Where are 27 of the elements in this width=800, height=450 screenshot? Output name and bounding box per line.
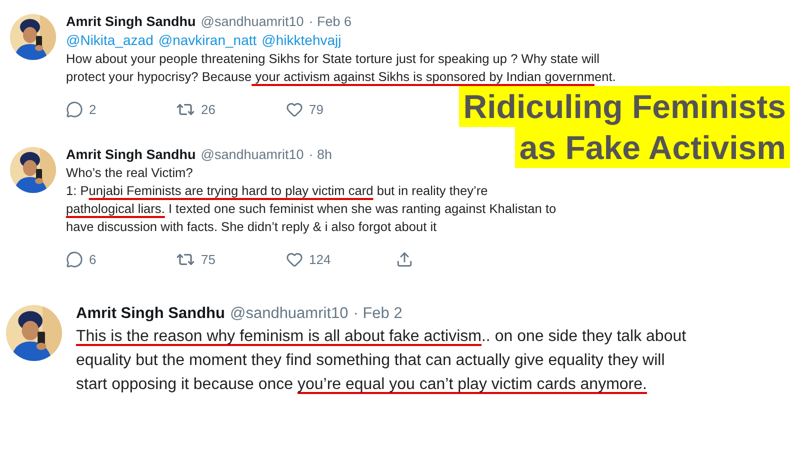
mention-link[interactable]: @hikktehvajj xyxy=(262,32,342,48)
tweet-time: · Feb 6 xyxy=(308,14,352,29)
author-name[interactable]: Amrit Singh Sandhu xyxy=(76,305,225,323)
reply-icon[interactable] xyxy=(66,101,83,118)
like-icon[interactable] xyxy=(286,251,303,268)
headline: Ridiculing Feminists xyxy=(459,86,790,127)
like-count: 79 xyxy=(309,102,324,117)
tweet-text: How about your people threatening Sikhs for State torture just for speaking up ? Why state will protect your hypocrisy? Because your activism against Sikhs is sponsored by Indian government. xyxy=(66,50,616,86)
mention-link[interactable]: @Nikita_azad xyxy=(66,32,154,48)
reply-icon[interactable] xyxy=(66,251,83,268)
author-handle[interactable]: @sandhuamrit10 xyxy=(230,305,348,323)
mention-link[interactable]: @navkiran_natt xyxy=(158,32,257,48)
author-name[interactable]: Amrit Singh Sandhu xyxy=(66,14,196,29)
like-count: 124 xyxy=(309,252,331,267)
share-icon[interactable] xyxy=(396,251,413,268)
retweet-count: 75 xyxy=(201,252,216,267)
tweet-time: · 8h xyxy=(308,147,332,162)
tweet-time: · Feb 2 xyxy=(353,305,402,323)
reply-count: 6 xyxy=(89,252,96,267)
retweet-count: 26 xyxy=(201,102,216,117)
reply-count: 2 xyxy=(89,102,96,117)
like-icon[interactable] xyxy=(286,101,303,118)
author-name[interactable]: Amrit Singh Sandhu xyxy=(66,147,196,162)
headline: as Fake Activism xyxy=(515,127,790,168)
author-handle[interactable]: @sandhuamrit10 xyxy=(200,147,304,162)
author-handle[interactable]: @sandhuamrit10 xyxy=(200,14,304,29)
tweet-text: This is the reason why feminism is all about fake activism.. on one side they talk about equality but the moment they find something that can actually give equality they will start opposing it because once you’re equal you can’t play victim cards anymore. xyxy=(76,327,686,395)
